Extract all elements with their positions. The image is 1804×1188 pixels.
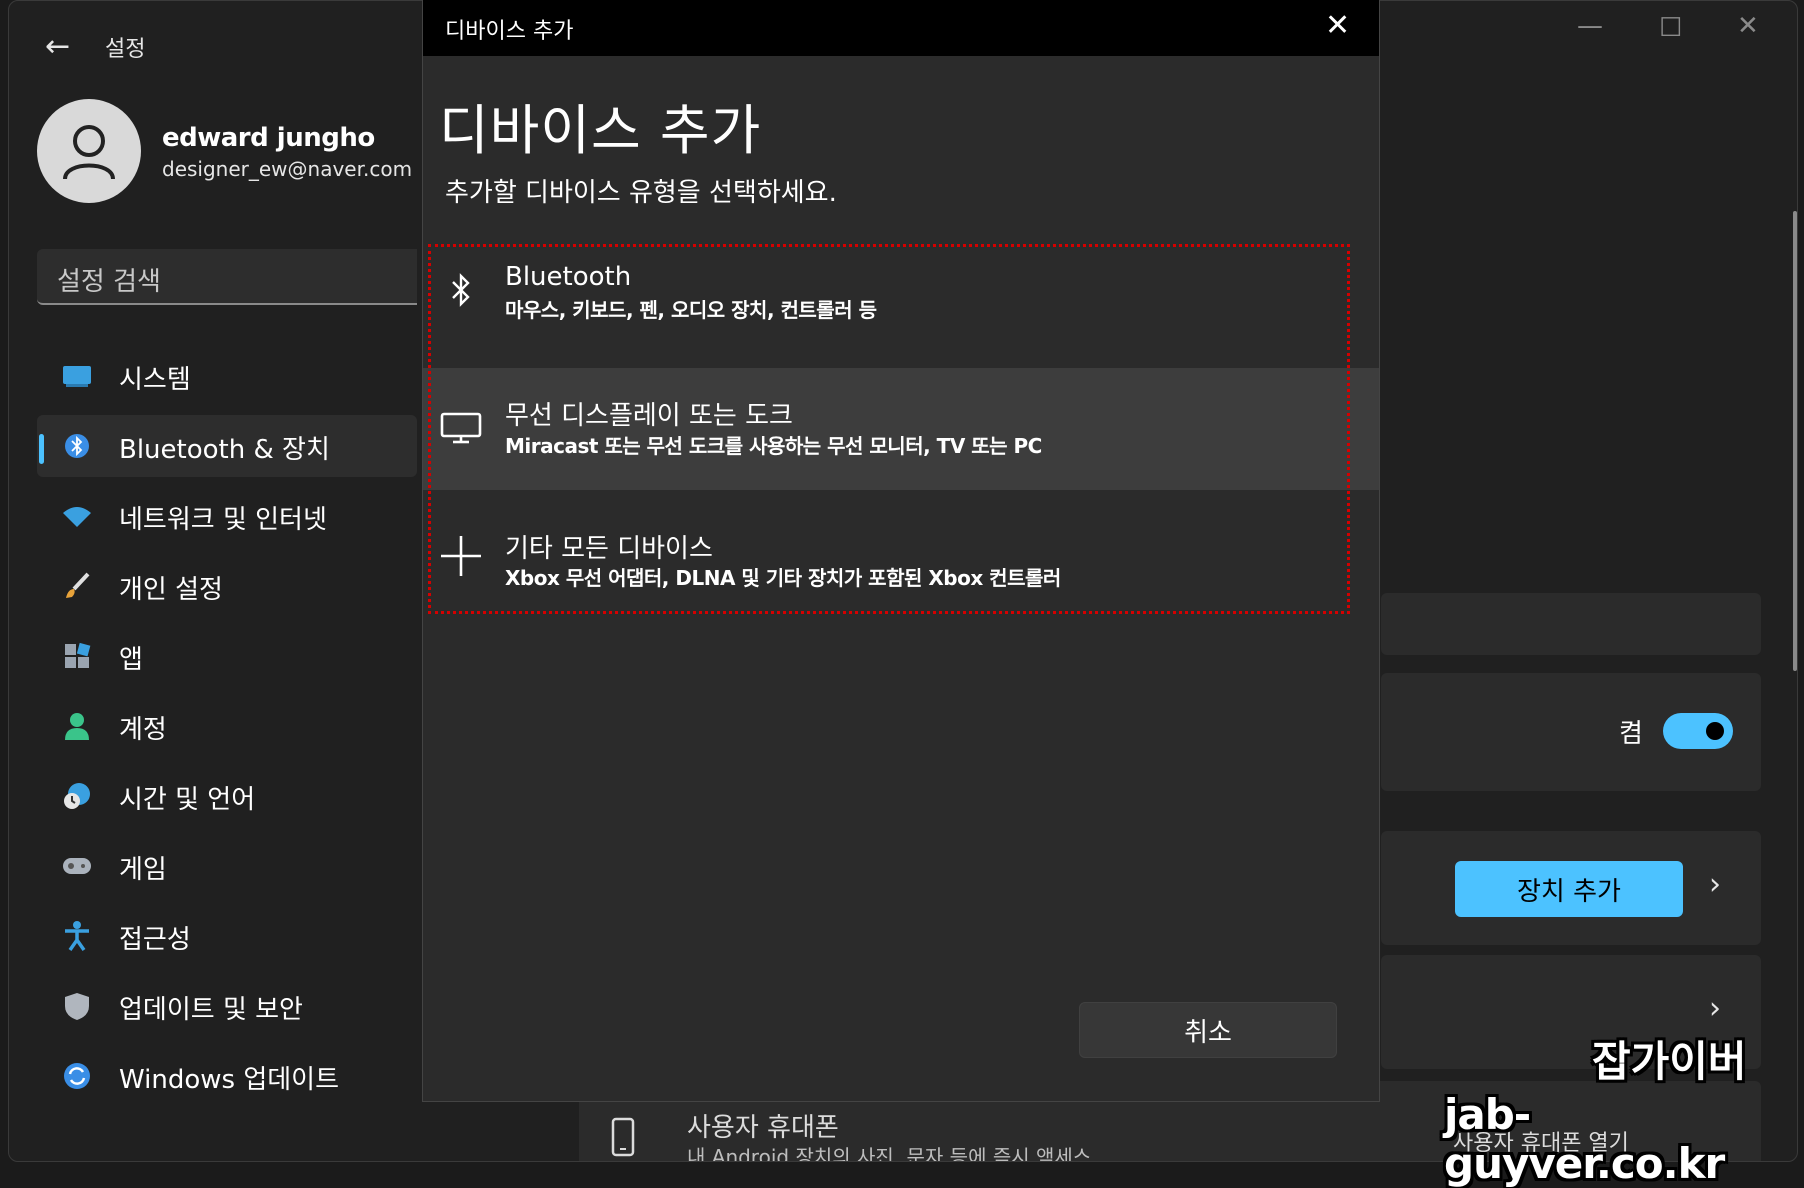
cancel-button[interactable]: 취소 — [1079, 1002, 1337, 1058]
sidebar-item-label: 시스템 — [119, 365, 191, 395]
sidebar-item-update-security[interactable]: 업데이트 및 보안 — [37, 975, 417, 1037]
phone-desc: 내 Android 장치의 사진, 문자 등에 즉시 액세스 — [687, 1145, 1092, 1162]
phone-icon — [611, 1117, 635, 1161]
sidebar-item-label: 시간 및 언어 — [119, 785, 256, 815]
bluetooth-toggle[interactable] — [1663, 713, 1733, 749]
sidebar-item-label: Bluetooth & 장치 — [119, 435, 330, 465]
chevron-right-icon[interactable]: › — [1709, 991, 1721, 1026]
minimize-icon[interactable]: — — [1577, 11, 1603, 41]
phone-title: 사용자 휴대폰 — [687, 1113, 839, 1143]
toggle-label: 켬 — [1619, 719, 1643, 749]
sidebar-item-label: 업데이트 및 보안 — [119, 995, 303, 1025]
clock-globe-icon — [57, 776, 97, 816]
sidebar-item-network[interactable]: 네트워크 및 인터넷 — [37, 485, 417, 547]
person-icon — [63, 125, 115, 180]
close-window-icon[interactable]: ✕ — [1737, 11, 1759, 41]
watermark-url: jab-guyver.co.kr — [1444, 1090, 1725, 1188]
scrollbar[interactable] — [1793, 211, 1797, 671]
accessibility-icon — [57, 916, 97, 956]
bluetooth-icon — [57, 426, 97, 466]
sidebar-item-personalization[interactable]: 개인 설정 — [37, 555, 417, 617]
sidebar-item-label: 앱 — [119, 645, 143, 675]
add-device-button[interactable]: 장치 추가 — [1455, 861, 1683, 917]
avatar[interactable] — [37, 99, 141, 203]
monitor-icon — [57, 356, 97, 396]
sidebar-item-accounts[interactable]: 계정 — [37, 695, 417, 757]
brush-icon — [57, 566, 97, 606]
active-indicator — [39, 434, 44, 464]
sidebar-item-system[interactable]: 시스템 — [37, 345, 417, 407]
user-name: edward jungho — [162, 123, 375, 153]
sidebar-item-label: Windows 업데이트 — [119, 1065, 340, 1095]
wifi-icon — [57, 496, 97, 536]
sidebar-item-windows-update[interactable]: Windows 업데이트 — [37, 1045, 417, 1107]
back-arrow-icon[interactable]: ← — [45, 29, 70, 64]
sidebar-item-label: 게임 — [119, 855, 167, 885]
apps-icon — [57, 636, 97, 676]
sidebar-item-accessibility[interactable]: 접근성 — [37, 905, 417, 967]
sidebar-item-label: 개인 설정 — [119, 575, 223, 605]
account-icon — [57, 706, 97, 746]
dialog-subtitle: 추가할 디바이스 유형을 선택하세요. — [445, 178, 837, 208]
highlight-annotation — [428, 244, 1350, 614]
watermark-title: 잡가이버 — [1592, 1037, 1747, 1086]
sidebar-item-bluetooth[interactable]: Bluetooth & 장치 — [37, 415, 417, 477]
maximize-icon[interactable]: ☐ — [1659, 13, 1682, 43]
search-placeholder: 설정 검색 — [57, 267, 161, 297]
user-email: designer_ew@naver.com — [162, 157, 413, 181]
settings-card — [1381, 593, 1761, 655]
shield-icon — [57, 986, 97, 1026]
toggle-knob — [1706, 722, 1724, 740]
sidebar-item-label: 네트워크 및 인터넷 — [119, 505, 327, 535]
gamepad-icon — [57, 846, 97, 886]
windows-update-icon — [57, 1056, 97, 1096]
sidebar-item-gaming[interactable]: 게임 — [37, 835, 417, 897]
sidebar-item-label: 계정 — [119, 715, 167, 745]
sidebar-item-apps[interactable]: 앱 — [37, 625, 417, 687]
dialog-titlebar-text: 디바이스 추가 — [445, 19, 574, 44]
dialog-heading: 디바이스 추가 — [439, 99, 762, 162]
app-title: 설정 — [105, 37, 146, 62]
sidebar-item-time-language[interactable]: 시간 및 언어 — [37, 765, 417, 827]
chevron-right-icon[interactable]: › — [1709, 867, 1721, 902]
sidebar-item-label: 접근성 — [119, 925, 191, 955]
dialog-close-icon[interactable]: ✕ — [1325, 8, 1350, 43]
